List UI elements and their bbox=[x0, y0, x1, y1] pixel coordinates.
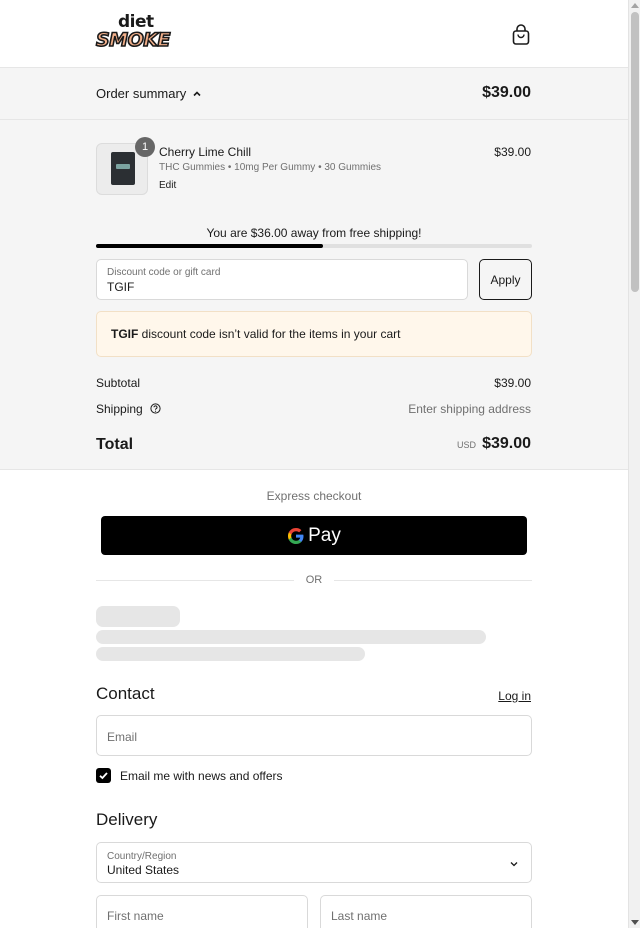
shipping-row: Shipping bbox=[96, 402, 161, 416]
chevron-down-icon bbox=[510, 862, 518, 867]
brand-logo[interactable]: diet SMOKE bbox=[95, 12, 172, 56]
order-summary-toggle[interactable]: Order summary bbox=[96, 86, 202, 101]
delivery-heading: Delivery bbox=[96, 810, 158, 829]
shipping-value: Enter shipping address bbox=[408, 402, 531, 416]
progress-fill bbox=[96, 244, 323, 248]
logo-text-bottom: SMOKE bbox=[95, 28, 171, 52]
total-amount: $39.00 bbox=[482, 435, 531, 452]
newsletter-label: Email me with news and offers bbox=[120, 768, 283, 783]
newsletter-checkbox-row[interactable]: Email me with news and offers bbox=[96, 768, 283, 783]
total-value-group: USD $39.00 bbox=[457, 435, 531, 453]
scroll-down-arrow-icon[interactable] bbox=[631, 920, 639, 925]
discount-code-label: Discount code or gift card bbox=[107, 267, 221, 278]
order-summary-bar: Order summary $39.00 bbox=[0, 68, 628, 120]
discount-error-notice: TGIF discount code isn’t valid for the i… bbox=[96, 311, 532, 357]
subtotal-value: $39.00 bbox=[494, 376, 531, 390]
or-divider: OR bbox=[96, 574, 532, 588]
checkout-page: diet SMOKE Order summary $39.00 1 Cherry… bbox=[0, 0, 628, 928]
country-select[interactable]: Country/Region United States bbox=[96, 842, 532, 883]
notice-message: discount code isn’t valid for the items … bbox=[138, 327, 401, 341]
discount-code-value: TGIF bbox=[107, 280, 135, 294]
free-shipping-progress-bar bbox=[96, 244, 532, 248]
loading-skeleton bbox=[96, 630, 486, 644]
product-name: Cherry Lime Chill bbox=[159, 145, 252, 159]
email-field[interactable]: Email bbox=[96, 715, 532, 756]
edit-item-link[interactable]: Edit bbox=[159, 180, 176, 191]
scroll-up-arrow-icon[interactable] bbox=[631, 3, 639, 8]
help-circle-icon[interactable] bbox=[150, 403, 161, 414]
last-name-placeholder: Last name bbox=[331, 909, 388, 923]
product-image bbox=[111, 152, 135, 185]
email-placeholder: Email bbox=[107, 730, 138, 744]
notice-code: TGIF bbox=[111, 327, 139, 341]
newsletter-checkbox[interactable] bbox=[96, 768, 111, 783]
chevron-up-icon bbox=[193, 90, 201, 96]
contact-heading: Contact bbox=[96, 684, 155, 703]
order-summary-panel: 1 Cherry Lime Chill THC Gummies • 10mg P… bbox=[0, 120, 628, 470]
loading-skeleton bbox=[96, 606, 180, 627]
scrollbar-thumb[interactable] bbox=[631, 12, 639, 292]
currency-code: USD bbox=[457, 440, 477, 450]
product-price: $39.00 bbox=[494, 145, 531, 159]
total-label: Total bbox=[96, 436, 134, 453]
product-variant: THC Gummies • 10mg Per Gummy • 30 Gummie… bbox=[159, 162, 382, 173]
discount-code-input[interactable]: Discount code or gift card TGIF bbox=[96, 259, 468, 300]
google-pay-button[interactable]: Pay bbox=[101, 516, 527, 555]
google-g-icon bbox=[288, 527, 304, 544]
order-summary-label: Order summary bbox=[96, 86, 187, 101]
google-pay-label: Pay bbox=[308, 524, 341, 546]
checkmark-icon bbox=[99, 772, 108, 780]
order-summary-total: $39.00 bbox=[482, 84, 531, 101]
login-link[interactable]: Log in bbox=[498, 689, 531, 703]
loading-skeleton bbox=[96, 647, 365, 661]
country-label: Country/Region bbox=[107, 851, 177, 862]
country-value: United States bbox=[107, 863, 180, 877]
or-label: OR bbox=[305, 574, 323, 586]
header: diet SMOKE bbox=[0, 0, 628, 68]
quantity-badge: 1 bbox=[135, 137, 155, 157]
first-name-placeholder: First name bbox=[107, 909, 164, 923]
subtotal-label: Subtotal bbox=[96, 376, 141, 390]
page-scrollbar[interactable] bbox=[628, 0, 640, 928]
first-name-field[interactable]: First name bbox=[96, 895, 308, 928]
last-name-field[interactable]: Last name bbox=[320, 895, 532, 928]
free-shipping-message: You are $36.00 away from free shipping! bbox=[206, 226, 422, 240]
apply-discount-button[interactable]: Apply bbox=[479, 259, 532, 300]
shipping-label: Shipping bbox=[96, 402, 143, 416]
shopping-bag-icon[interactable] bbox=[511, 24, 531, 46]
express-checkout-label: Express checkout bbox=[266, 489, 362, 503]
